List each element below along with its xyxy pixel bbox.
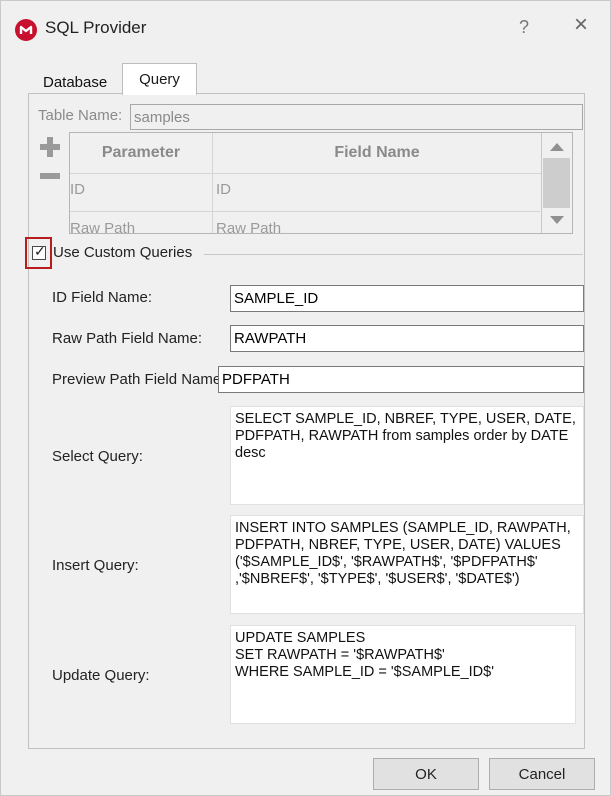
close-button[interactable]: × — [574, 13, 588, 37]
checkmark-icon: ✓ — [34, 243, 46, 259]
parameter-table: Parameter Field Name ID ID Raw Path Raw … — [69, 132, 573, 234]
tab-query[interactable]: Query — [122, 63, 197, 95]
use-custom-queries-checkbox[interactable]: ✓ — [32, 243, 46, 260]
table-cell-parameter[interactable]: Raw Path — [70, 220, 135, 233]
update-query-label: Update Query: — [52, 667, 150, 684]
raw-path-field-name-input[interactable]: RAWPATH — [230, 325, 584, 352]
window-title: SQL Provider — [45, 18, 147, 37]
row-divider — [70, 211, 540, 212]
help-button[interactable]: ? — [519, 17, 529, 38]
add-parameter-icon[interactable] — [40, 137, 60, 157]
table-cell-parameter[interactable]: ID — [70, 181, 85, 198]
insert-query-textarea[interactable]: INSERT INTO SAMPLES (SAMPLE_ID, RAWPATH,… — [230, 515, 584, 614]
preview-path-field-name-label: Preview Path Field Name: — [52, 371, 226, 388]
column-header-field-name[interactable]: Field Name — [213, 133, 541, 174]
id-field-name-input[interactable]: SAMPLE_ID — [230, 285, 584, 312]
app-logo-icon — [15, 19, 37, 41]
group-divider — [204, 254, 583, 255]
cancel-button[interactable]: Cancel — [489, 758, 595, 790]
table-scrollbar[interactable] — [541, 133, 572, 233]
tab-database[interactable]: Database — [43, 71, 107, 95]
table-cell-field-name[interactable]: Raw Path — [216, 220, 281, 233]
title-bar: SQL Provider ? × — [1, 1, 610, 59]
table-name-label: Table Name: — [38, 107, 123, 124]
insert-query-label: Insert Query: — [52, 557, 139, 574]
scroll-down-arrow-icon[interactable] — [550, 216, 564, 224]
select-query-label: Select Query: — [52, 448, 143, 465]
scroll-up-arrow-icon[interactable] — [550, 143, 564, 151]
column-header-parameter[interactable]: Parameter — [70, 133, 213, 174]
raw-path-field-name-label: Raw Path Field Name: — [52, 330, 203, 347]
update-query-textarea[interactable]: UPDATE SAMPLES SET RAWPATH = '$RAWPATH$'… — [230, 625, 576, 724]
column-divider — [212, 173, 213, 233]
table-name-input[interactable]: samples — [130, 104, 583, 130]
scrollbar-thumb[interactable] — [543, 158, 570, 208]
table-cell-field-name[interactable]: ID — [216, 181, 231, 198]
ok-button[interactable]: OK — [373, 758, 479, 790]
remove-parameter-icon[interactable] — [40, 173, 60, 179]
sql-provider-dialog: SQL Provider ? × Database Query Table Na… — [0, 0, 611, 796]
use-custom-queries-label[interactable]: Use Custom Queries — [53, 244, 192, 261]
select-query-textarea[interactable]: SELECT SAMPLE_ID, NBREF, TYPE, USER, DAT… — [230, 406, 584, 505]
id-field-name-label: ID Field Name: — [52, 289, 153, 306]
preview-path-field-name-input[interactable]: PDFPATH — [218, 366, 584, 393]
